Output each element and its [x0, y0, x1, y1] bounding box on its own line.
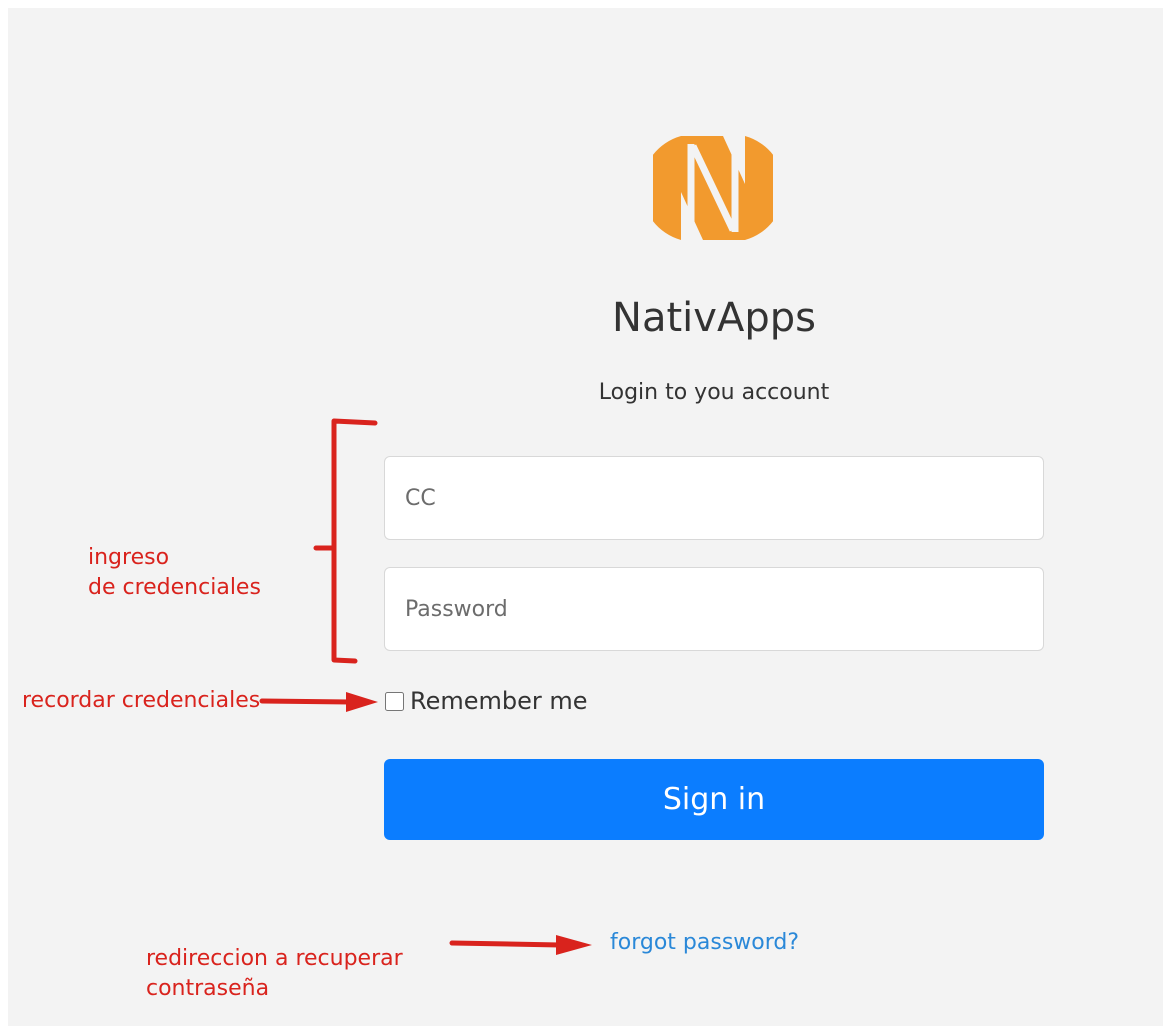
password-input[interactable]	[384, 567, 1044, 651]
annotation-remember: recordar credenciales	[22, 688, 261, 713]
cc-input[interactable]	[384, 456, 1044, 540]
sign-in-button[interactable]: Sign in	[384, 759, 1044, 840]
annotation-forgot: redireccion a recuperar contraseña	[146, 944, 408, 1004]
remember-me-label[interactable]: Remember me	[410, 687, 588, 715]
login-subtitle: Login to you account	[598, 380, 830, 405]
nativapps-logo-icon	[653, 136, 773, 240]
brand-name: NativApps	[612, 295, 816, 341]
remember-me-row[interactable]: Remember me	[385, 686, 588, 716]
annotation-forgot-line2: contraseña	[146, 976, 270, 1001]
annotation-credentials-line1: ingreso	[88, 545, 170, 570]
annotation-forgot-line1: redireccion a recuperar	[146, 946, 403, 971]
remember-me-checkbox[interactable]	[385, 691, 404, 711]
annotation-credentials-line2: de credenciales	[88, 575, 261, 600]
forgot-password-link[interactable]: forgot password?	[610, 930, 799, 955]
annotation-credentials: ingreso de credenciales	[88, 543, 278, 603]
